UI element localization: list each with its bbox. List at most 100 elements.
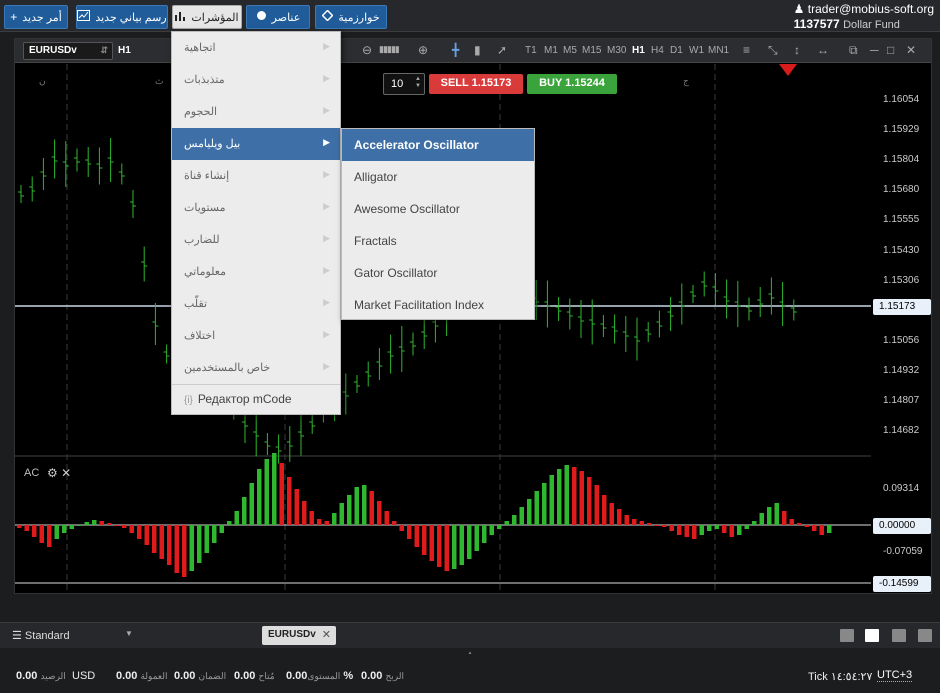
status-bar: 0.00 الرصيد USD 0.00 العمولة 0.00 الضمان…: [0, 654, 940, 693]
settings-gear-icon[interactable]: ⚙: [47, 466, 58, 480]
close-tab-icon[interactable]: ✕: [322, 628, 331, 641]
menu-item-10[interactable]: خاص بالمستخدمين ▶: [172, 352, 340, 384]
draw-line-icon[interactable]: ⤡: [768, 43, 778, 58]
timeframe-m30[interactable]: M30: [607, 45, 626, 56]
ac-histogram-bar: [152, 525, 157, 553]
timezone-selector[interactable]: UTC+3: [877, 669, 913, 682]
timeframe-m15[interactable]: M15: [582, 45, 601, 56]
close-icon[interactable]: ✕: [906, 43, 916, 57]
tick-time: Tick ١٤:٥٤:٢٧: [808, 671, 873, 683]
timeframe-m1[interactable]: M1: [544, 45, 558, 56]
menu-item-5[interactable]: مستويات ▶: [172, 192, 340, 224]
chevron-down-icon[interactable]: ▼: [125, 629, 133, 638]
sell-button[interactable]: SELL 1.15173: [429, 74, 523, 94]
ac-histogram-bar: [137, 525, 142, 539]
ac-histogram-bar: [77, 525, 82, 526]
ac-histogram-bar: [782, 511, 787, 525]
menu-item-3[interactable]: بيل ويليامس ▶: [172, 128, 340, 160]
ac-histogram-bar: [84, 522, 89, 525]
code-braces-icon: {i}: [184, 395, 193, 406]
timeframe-t1[interactable]: T1: [525, 45, 537, 56]
ac-histogram-bar: [789, 519, 794, 525]
new-order-button[interactable]: + أمر جديد: [4, 5, 68, 29]
zoom-in-icon[interactable]: ⊕: [418, 43, 428, 57]
submenu-item-4[interactable]: Gator Oscillator: [342, 257, 534, 289]
menu-item-2[interactable]: الحجوم ▶: [172, 96, 340, 128]
profit: 0.00 الربح: [361, 670, 405, 682]
objects-icon[interactable]: ≡: [743, 43, 750, 57]
ac-histogram-bar: [377, 501, 382, 525]
timeframe-h1[interactable]: H1: [632, 45, 645, 56]
indicators-menu: {i} Редактор mCode اتجاهية ▶ متذبذبات ▶ الحجو…: [171, 31, 341, 415]
ac-histogram-bar: [512, 515, 517, 525]
candles-icon[interactable]: ▮: [474, 43, 481, 57]
price-label: 1.15306: [883, 275, 920, 286]
timeframe-mn1[interactable]: MN1: [708, 45, 729, 56]
ac-histogram-bar: [159, 525, 164, 559]
menu-item-1[interactable]: متذبذبات ▶: [172, 64, 340, 96]
symbol-selector[interactable]: EURUSDv ⇵: [23, 42, 113, 60]
elements-button[interactable]: عناصر: [246, 5, 310, 29]
menu-item-6[interactable]: للضارب ▶: [172, 224, 340, 256]
ac-histogram-bar: [587, 477, 592, 525]
menu-item-7[interactable]: معلوماتي ▶: [172, 256, 340, 288]
ac-histogram-bar: [632, 519, 637, 525]
ac-histogram-bar: [744, 525, 749, 529]
layout-single-icon[interactable]: [840, 629, 854, 642]
ac-histogram-bar: [279, 463, 284, 525]
menu-item-8[interactable]: تقلّب ▶: [172, 288, 340, 320]
zoom-slider[interactable]: ▮▮▮▮▮: [379, 44, 400, 55]
remove-indicator-icon[interactable]: ✕: [61, 466, 71, 480]
ac-histogram-bar: [647, 523, 652, 525]
menu-item-4[interactable]: إنشاء قناة ▶: [172, 160, 340, 192]
ac-histogram-bar: [294, 489, 299, 525]
zoom-out-icon[interactable]: ⊖: [362, 43, 372, 57]
layout-rows-icon[interactable]: [918, 629, 932, 642]
layout-grid-icon[interactable]: [865, 629, 879, 642]
menu-item-0[interactable]: اتجاهية ▶: [172, 32, 340, 64]
chart-tab[interactable]: EURUSDv ✕: [262, 626, 336, 645]
popout-icon[interactable]: ⧉: [849, 43, 858, 58]
timeframe-h4[interactable]: H4: [651, 45, 664, 56]
submenu-item-5[interactable]: Market Facilitation Index: [342, 289, 534, 321]
vertical-scale-icon[interactable]: ↕: [794, 43, 800, 57]
maximize-icon[interactable]: □: [887, 43, 894, 57]
ac-histogram-bar: [579, 471, 584, 525]
line-chart-icon[interactable]: ➚: [497, 43, 507, 57]
top-toolbar: + أمر جديد رسم بياني جديد المؤشرات عناصر…: [0, 0, 940, 32]
ac-histogram-bar: [534, 491, 539, 525]
price-label: 1.14682: [883, 425, 920, 436]
timeframe-m5[interactable]: M5: [563, 45, 577, 56]
ac-histogram-bar: [482, 525, 487, 543]
bar-chart-icon[interactable]: ╋: [452, 43, 459, 57]
commission: 0.00 العمولة: [116, 670, 168, 682]
chevron-right-icon: ▶: [323, 297, 330, 307]
buy-button[interactable]: BUY 1.15244: [527, 74, 617, 94]
indicators-button[interactable]: المؤشرات: [172, 5, 242, 29]
ac-histogram-bar: [737, 525, 742, 535]
chevron-right-icon: ▶: [323, 201, 330, 211]
chevron-right-icon: ▶: [323, 73, 330, 83]
workspace-selector[interactable]: ☰ Standard: [12, 629, 70, 642]
menu-item-9[interactable]: اختلاف ▶: [172, 320, 340, 352]
algorithm-button[interactable]: خوارزمية: [315, 5, 387, 29]
submenu-item-1[interactable]: Alligator: [342, 161, 534, 193]
account-number: 1137577: [793, 17, 840, 31]
ac-histogram-bar: [92, 520, 97, 525]
horizontal-scale-icon[interactable]: ↔: [817, 43, 829, 57]
account-info[interactable]: ♟ trader@mobius-soft.org 1137577 Dollar …: [794, 2, 934, 33]
timeframe-d1[interactable]: D1: [670, 45, 683, 56]
submenu-item-0[interactable]: Accelerator Oscillator: [342, 129, 534, 161]
ac-histogram-bar: [767, 507, 772, 525]
quantity-spinner-icon[interactable]: ▲ ▼: [415, 76, 421, 90]
minimize-icon[interactable]: ─: [870, 43, 879, 57]
submenu-item-3[interactable]: Fractals: [342, 225, 534, 257]
plus-icon: +: [10, 10, 18, 24]
quantity-input[interactable]: 10 ▲ ▼: [383, 73, 425, 95]
timeframe-w1[interactable]: W1: [689, 45, 704, 56]
mcode-editor-item[interactable]: {i} Редактор mCode: [184, 392, 292, 406]
new-chart-button[interactable]: رسم بياني جديد: [76, 5, 168, 29]
submenu-item-2[interactable]: Awesome Oscillator: [342, 193, 534, 225]
ac-histogram-bar: [444, 525, 449, 571]
layout-columns-icon[interactable]: [892, 629, 906, 642]
